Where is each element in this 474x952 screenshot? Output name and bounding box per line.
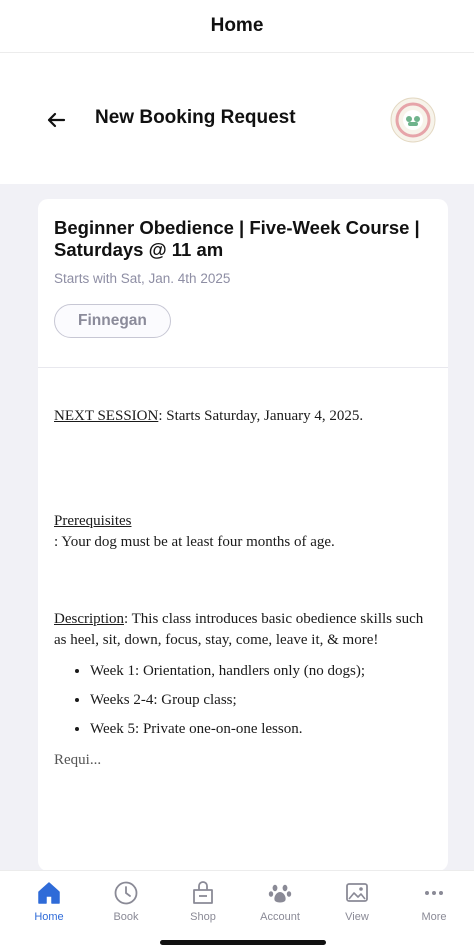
course-header: Beginner Obedience | Five-Week Course | …: [38, 199, 448, 367]
tab-label: More: [421, 911, 447, 923]
tab-book[interactable]: Book: [96, 877, 156, 923]
tab-view[interactable]: View: [327, 877, 387, 923]
tab-label: View: [345, 911, 369, 923]
prerequisites-paragraph: Prerequisites : Your dog must be at leas…: [54, 511, 432, 553]
course-title: Beginner Obedience | Five-Week Course | …: [54, 217, 420, 260]
tab-label: Account: [260, 911, 300, 923]
app-title: Home: [210, 15, 264, 36]
schedule-list: Week 1: Orientation, handlers only (no d…: [54, 661, 432, 740]
course-description: NEXT SESSION: Starts Saturday, January 4…: [38, 368, 448, 771]
next-session-paragraph: NEXT SESSION: Starts Saturday, January 4…: [54, 406, 432, 427]
prerequisites-text: : Your dog must be at least four months …: [54, 534, 335, 550]
home-icon: [38, 882, 60, 904]
arrow-left-icon: [47, 112, 66, 128]
dog-chip[interactable]: Finnegan: [54, 304, 171, 338]
clock-icon: [114, 881, 138, 905]
list-item: Week 1: Orientation, handlers only (no d…: [90, 661, 432, 682]
home-indicator: [160, 940, 326, 945]
shop-icon: [193, 881, 213, 904]
truncated-text: Requi...: [54, 752, 102, 768]
tab-label: Home: [34, 911, 64, 923]
business-logo[interactable]: [390, 97, 436, 143]
tab-label: Shop: [190, 911, 216, 923]
image-icon: [346, 883, 368, 902]
description-paragraph: Description: This class introduces basic…: [54, 609, 432, 651]
next-session-text: : Starts Saturday, January 4, 2025.: [158, 408, 364, 424]
list-item: Week 5: Private one-on-one lesson.: [90, 719, 432, 740]
back-button[interactable]: [40, 104, 72, 136]
booking-card: Beginner Obedience | Five-Week Course | …: [38, 199, 448, 871]
description-label: Description: [54, 611, 124, 627]
more-icon: [425, 891, 443, 895]
page-header: New Booking Request: [0, 92, 474, 148]
tab-more[interactable]: More: [404, 877, 464, 923]
course-start-date: Starts with Sat, Jan. 4th 2025: [54, 271, 231, 286]
next-session-label: NEXT SESSION: [54, 408, 159, 424]
tab-account[interactable]: Account: [250, 877, 310, 923]
tab-shop[interactable]: Shop: [173, 877, 233, 923]
prerequisites-label: Prerequisites: [54, 513, 132, 529]
tab-home[interactable]: Home: [19, 877, 79, 923]
top-bar: Home: [0, 0, 474, 53]
tab-label: Book: [113, 911, 139, 923]
paw-icon: [268, 884, 292, 903]
page-title: New Booking Request: [95, 107, 296, 128]
list-item: Weeks 2-4: Group class;: [90, 690, 432, 711]
